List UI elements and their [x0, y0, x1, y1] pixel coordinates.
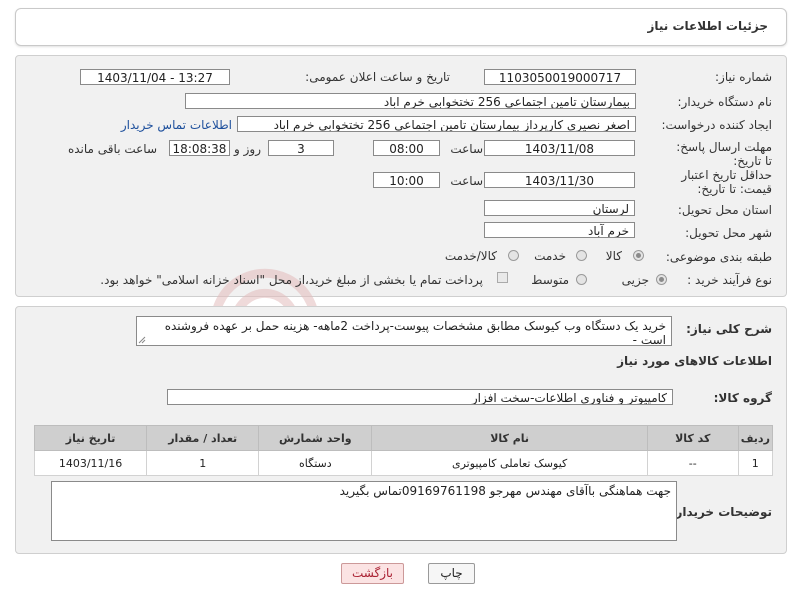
goods-table: ردیف کد کالا نام کالا واحد شمارش تعداد /… — [33, 425, 774, 476]
min-validity-time-field[interactable]: 10:00 — [373, 172, 440, 188]
category-radio-service[interactable] — [576, 250, 587, 261]
category-radio-goods-service[interactable] — [508, 250, 519, 261]
cell-qty: 1 — [146, 450, 260, 476]
purchase-type-label: نوع فرآیند خرید : — [687, 273, 772, 287]
remaining-time-field[interactable]: 18:08:38 — [169, 140, 230, 156]
province-field[interactable]: لرستان — [484, 200, 635, 216]
goods-group-field[interactable]: کامپیوتر و فناوری اطلاعات-سخت افزار — [167, 389, 673, 405]
reply-deadline-date-field[interactable]: 1403/11/08 — [484, 140, 635, 156]
province-label: استان محل تحویل: — [677, 203, 772, 217]
resize-grip-icon[interactable] — [138, 336, 146, 344]
goods-group-label: گروه کالا: — [713, 391, 772, 405]
goods-section-title: اطلاعات کالاهای مورد نیاز — [617, 354, 772, 368]
print-button[interactable]: چاپ — [428, 563, 475, 584]
min-validity-time-label: ساعت — [450, 174, 483, 188]
category-option-service: خدمت — [534, 249, 566, 263]
cell-code: -- — [646, 450, 739, 476]
goods-table-header: ردیف کد کالا نام کالا واحد شمارش تعداد /… — [33, 425, 774, 451]
table-row[interactable]: 1 -- کیوسک تعاملی کامپیوتری دستگاه 1 140… — [33, 450, 774, 476]
cell-date: 1403/11/16 — [33, 450, 148, 476]
reply-deadline-time-field[interactable]: 08:00 — [373, 140, 440, 156]
treasury-checkbox[interactable] — [497, 272, 508, 283]
requester-label: ایجاد کننده درخواست: — [661, 118, 772, 132]
reply-days-label: روز و — [234, 142, 261, 156]
announce-datetime-label: تاریخ و ساعت اعلان عمومی: — [305, 70, 450, 84]
cell-name: کیوسک تعاملی کامپیوتری — [371, 450, 648, 476]
buyer-contact-link[interactable]: اطلاعات تماس خریدار — [121, 118, 232, 132]
purchase-radio-minor[interactable] — [656, 274, 667, 285]
col-code: کد کالا — [646, 425, 739, 451]
cell-row: 1 — [737, 450, 774, 476]
buyer-org-label: نام دستگاه خریدار: — [677, 95, 773, 109]
reply-deadline-time-label: ساعت — [450, 142, 483, 156]
buyer-notes-textarea[interactable]: جهت هماهنگی باآقای مهندس مهرجو 091697611… — [51, 481, 677, 541]
category-radio-goods[interactable] — [633, 250, 644, 261]
purchase-option-minor: جزیی — [621, 273, 649, 287]
buyer-org-field[interactable]: بیمارستان تامین اجتماعی 256 تختخوابی خرم… — [185, 93, 636, 109]
header-panel: جزئیات اطلاعات نیاز — [15, 8, 787, 46]
col-date: تاریخ نیاز — [33, 425, 148, 451]
col-unit: واحد شمارش — [258, 425, 373, 451]
category-label: طبقه بندی موضوعی: — [665, 250, 772, 264]
min-validity-label: حداقل تاریخ اعتبار قیمت: تا تاریخ: — [681, 168, 772, 196]
city-field[interactable]: خرم آباد — [484, 222, 635, 238]
summary-label: شرح کلی نیاز: — [686, 322, 772, 336]
min-validity-date-field[interactable]: 1403/11/30 — [484, 172, 635, 188]
city-label: شهر محل تحویل: — [685, 226, 772, 240]
reply-days-field[interactable]: 3 — [268, 140, 334, 156]
category-option-goods: کالا — [605, 249, 622, 263]
category-option-goods-service: کالا/خدمت — [444, 249, 497, 263]
reply-deadline-label: مهلت ارسال پاسخ: تا تاریخ: — [676, 140, 772, 168]
need-number-label: شماره نیاز: — [715, 70, 772, 84]
purchase-radio-medium[interactable] — [576, 274, 587, 285]
purchase-option-medium: متوسط — [531, 273, 569, 287]
col-row: ردیف — [737, 425, 774, 451]
back-button[interactable]: بازگشت — [341, 563, 404, 584]
need-number-field[interactable]: 1103050019000717 — [484, 69, 636, 85]
cell-unit: دستگاه — [258, 450, 373, 476]
col-name: نام کالا — [371, 425, 648, 451]
announce-datetime-field[interactable]: 1403/11/04 - 13:27 — [80, 69, 230, 85]
treasury-note: پرداخت تمام یا بخشی از مبلغ خرید،از محل … — [100, 273, 483, 287]
requester-field[interactable]: اصغر نصیری کارپرداز بیمارستان تامین اجتم… — [237, 116, 636, 132]
page-title: جزئیات اطلاعات نیاز — [647, 19, 768, 33]
summary-textarea[interactable]: خرید یک دستگاه وب کیوسک مطابق مشخصات پیو… — [136, 316, 672, 347]
col-qty: تعداد / مقدار — [146, 425, 260, 451]
remaining-time-label: ساعت باقی مانده — [67, 142, 157, 156]
buyer-notes-label: توضیحات خریدار: — [670, 505, 772, 519]
